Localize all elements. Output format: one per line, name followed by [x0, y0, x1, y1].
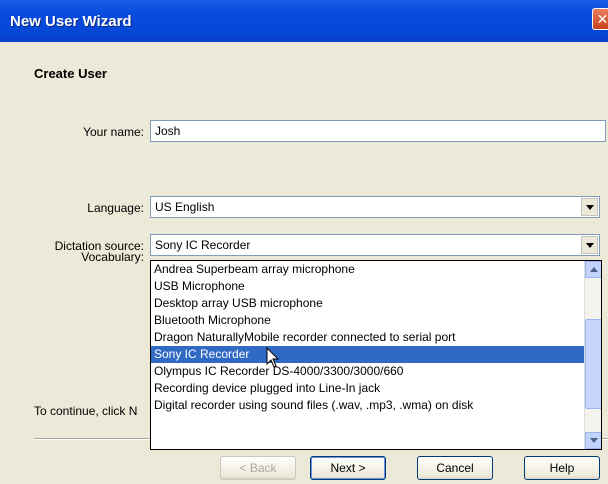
- name-input[interactable]: Josh: [150, 120, 606, 142]
- dictation-source-option[interactable]: Olympus IC Recorder DS-4000/3300/3000/66…: [151, 363, 601, 380]
- close-icon: ✕: [596, 11, 608, 27]
- dictation-source-select[interactable]: Sony IC Recorder: [150, 234, 600, 256]
- mouse-cursor-icon: [266, 347, 280, 368]
- scroll-down-button[interactable]: [585, 432, 601, 449]
- dictation-source-list[interactable]: Andrea Superbeam array microphone USB Mic…: [150, 260, 602, 450]
- scroll-thumb[interactable]: [585, 319, 601, 409]
- dictation-source-option[interactable]: Sony IC Recorder: [151, 346, 601, 363]
- window-title: New User Wizard: [10, 13, 132, 30]
- dictation-source-value: Sony IC Recorder: [155, 238, 251, 252]
- next-button[interactable]: Next >: [310, 456, 386, 480]
- dictation-source-option[interactable]: Dragon NaturallyMobile recorder connecte…: [151, 329, 601, 346]
- close-button[interactable]: ✕: [592, 8, 608, 30]
- help-button[interactable]: Help: [524, 456, 600, 480]
- dictation-source-option[interactable]: Desktop array USB microphone: [151, 295, 601, 312]
- scroll-up-button[interactable]: [585, 261, 601, 278]
- dictation-source-options: Andrea Superbeam array microphone USB Mic…: [151, 261, 601, 414]
- dictation-source-option[interactable]: Recording device plugged into Line-In ja…: [151, 380, 601, 397]
- name-input-value: Josh: [155, 124, 181, 138]
- vocabulary-label: Vocabulary:: [81, 250, 144, 264]
- back-button[interactable]: < Back: [220, 456, 296, 480]
- chevron-down-icon: [585, 242, 594, 248]
- language-dropdown-button[interactable]: [581, 198, 598, 216]
- chevron-down-icon: [585, 204, 594, 210]
- language-select[interactable]: US English: [150, 196, 600, 218]
- continue-instruction: To continue, click N: [34, 404, 138, 418]
- language-select-value: US English: [155, 200, 215, 214]
- page-heading: Create User: [34, 66, 107, 81]
- dictation-source-option[interactable]: USB Microphone: [151, 278, 601, 295]
- dictation-source-option[interactable]: Andrea Superbeam array microphone: [151, 261, 601, 278]
- chevron-down-icon: [589, 438, 598, 443]
- title-bar: New User Wizard ✕: [0, 0, 608, 42]
- chevron-up-icon: [589, 267, 598, 272]
- dictation-dropdown-button[interactable]: [581, 236, 598, 254]
- dictation-source-option[interactable]: Digital recorder using sound files (.wav…: [151, 397, 601, 414]
- cancel-button[interactable]: Cancel: [417, 456, 493, 480]
- list-scrollbar[interactable]: [584, 261, 601, 449]
- name-label: Your name:: [83, 125, 144, 139]
- dictation-source-option[interactable]: Bluetooth Microphone: [151, 312, 601, 329]
- language-label: Language:: [87, 201, 144, 215]
